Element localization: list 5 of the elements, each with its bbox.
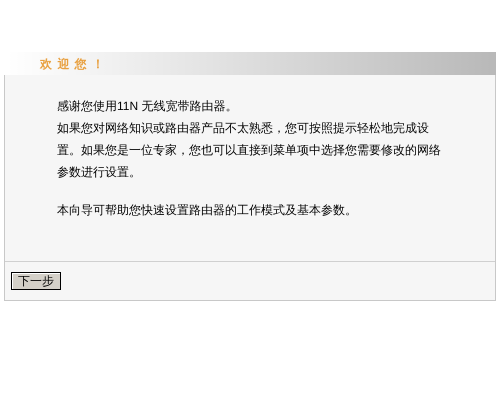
welcome-title: 欢 迎 您 ！ (40, 56, 106, 72)
intro-text: 感谢您使用11N 无线宽带路由器。 (57, 98, 238, 115)
intro-text: 如果您对网络知识或路由器产品不太熟悉，您可按照提示轻松地完成设置。如果您是一位专家，您也可以直接到菜单项中选择您需要修改的网络参数进行设置。 (57, 120, 442, 181)
intro-text: 本向导可帮助您快速设置路由器的工作模式及基本参数。 (57, 202, 358, 219)
next-button[interactable]: 下一步 (11, 272, 61, 290)
